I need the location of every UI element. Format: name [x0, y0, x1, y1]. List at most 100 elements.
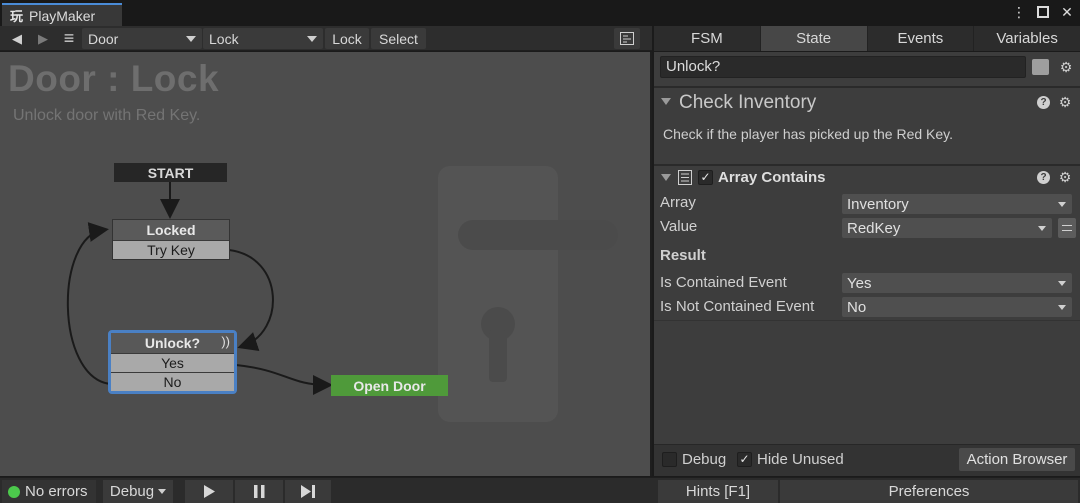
step-forward-icon [300, 485, 315, 498]
state-name-field[interactable]: Unlock? [660, 56, 1026, 78]
status-bar: No errors Debug Hints [F1] Preferences [0, 477, 1080, 503]
close-icon: ✕ [1061, 3, 1073, 20]
state-open-door-name: Open Door [331, 375, 448, 396]
debug-checkbox[interactable] [662, 452, 677, 467]
divider [654, 86, 1080, 88]
hamburger-menu-icon: ≡ [63, 28, 75, 48]
fold-arrow-icon[interactable] [661, 174, 671, 181]
chevron-down-icon [1058, 201, 1066, 207]
state-inspector: Unlock? ⚙ Check Inventory ? ⚙ Check if t… [654, 52, 1080, 476]
no-transition-line [66, 222, 111, 385]
pause-icon [253, 485, 264, 498]
start-label: START [114, 163, 227, 182]
state-node-unlock[interactable]: Unlock? )) Yes No [108, 330, 237, 394]
start-node[interactable]: START [114, 163, 227, 182]
errors-status[interactable]: No errors [2, 480, 96, 503]
chevron-down-icon [158, 489, 167, 494]
transition-lines [66, 182, 333, 395]
state-action-title: Check Inventory [679, 92, 817, 113]
tab-events[interactable]: Events [868, 26, 975, 51]
status-ok-icon [8, 485, 20, 498]
fsm-graph-canvas[interactable]: Door : Lock Unlock door with Red Key. ST… [0, 52, 652, 476]
fold-arrow-icon[interactable] [661, 98, 671, 105]
forward-button[interactable]: ▶ [30, 26, 56, 51]
action-script-icon [678, 170, 692, 185]
chevron-down-icon [1038, 225, 1046, 231]
action-title: Array Contains [718, 169, 826, 186]
more-options-icon[interactable]: ⋮ [1012, 4, 1026, 20]
debug-dropdown[interactable]: Debug [103, 480, 173, 503]
gameobject-dropdown[interactable]: Door [82, 28, 202, 49]
play-icon [204, 485, 215, 498]
chevron-down-icon [1058, 280, 1066, 286]
select-button[interactable]: Select [371, 28, 426, 49]
hide-unused-checkbox[interactable]: ✓ [737, 452, 752, 467]
yes-transition-line [235, 364, 333, 395]
state-action-description: Check if the player has picked up the Re… [663, 126, 954, 142]
tab-fsm[interactable]: FSM [654, 26, 761, 51]
array-label: Array [660, 194, 696, 211]
tab-variables[interactable]: Variables [974, 26, 1080, 51]
is-contained-event-value: Yes [847, 274, 872, 292]
action-settings-gear-icon[interactable]: ⚙ [1058, 170, 1072, 184]
preferences-button[interactable]: Preferences [780, 480, 1078, 503]
divider [654, 164, 1080, 166]
is-not-contained-event-dropdown[interactable]: No [842, 297, 1072, 317]
help-icon[interactable]: ? [1037, 171, 1050, 184]
section-settings-gear-icon[interactable]: ⚙ [1058, 95, 1072, 109]
is-not-contained-event-value: No [847, 298, 867, 316]
close-button[interactable]: ✕ [1060, 4, 1074, 20]
graph-view-button[interactable] [614, 28, 640, 49]
menu-button[interactable]: ≡ [56, 26, 82, 51]
fsm-dropdown[interactable]: Lock [203, 28, 323, 49]
is-contained-event-dropdown[interactable]: Yes [842, 273, 1072, 293]
transition-try-key[interactable]: Try Key [113, 240, 229, 259]
state-unlock-header: Unlock? )) [111, 333, 234, 353]
fsm-dropdown-value: Lock [209, 30, 239, 47]
state-color-swatch[interactable] [1032, 59, 1049, 75]
playmaker-logo-icon: 玩 [10, 10, 24, 25]
value-label: Value [660, 218, 698, 235]
maximize-icon [1037, 6, 1049, 18]
state-settings-gear-icon[interactable]: ⚙ [1059, 60, 1073, 74]
play-button[interactable] [185, 480, 233, 503]
tab-state[interactable]: State [760, 26, 868, 51]
variable-toggle-button[interactable] [1058, 218, 1076, 238]
value-dropdown-value: RedKey [847, 219, 901, 237]
chevron-down-icon [307, 35, 317, 42]
hints-button[interactable]: Hints [F1] [658, 480, 778, 503]
transition-no[interactable]: No [111, 372, 234, 391]
array-dropdown[interactable]: Inventory [842, 194, 1072, 214]
pause-button[interactable] [235, 480, 283, 503]
help-icon[interactable]: ? [1037, 96, 1050, 109]
array-dropdown-value: Inventory [847, 195, 909, 213]
hide-unused-label: Hide Unused [757, 451, 844, 468]
editor-tab-title: PlayMaker [29, 7, 96, 24]
divider [654, 320, 1080, 321]
back-button[interactable]: ◀ [4, 26, 30, 51]
maximize-button[interactable] [1036, 4, 1050, 20]
window-controls: ⋮ ✕ [1012, 4, 1074, 20]
chevron-down-icon [1058, 304, 1066, 310]
lock-button[interactable]: Lock [325, 28, 369, 49]
state-node-locked[interactable]: Locked Try Key [112, 219, 230, 260]
transition-yes[interactable]: Yes [111, 353, 234, 372]
state-node-open-door[interactable]: Open Door [331, 375, 448, 396]
forward-arrow-icon: ▶ [38, 30, 48, 46]
step-button[interactable] [285, 480, 331, 503]
value-dropdown[interactable]: RedKey [842, 218, 1052, 238]
errors-status-text: No errors [25, 483, 88, 500]
gameobject-dropdown-value: Door [88, 30, 119, 47]
result-header: Result [660, 247, 706, 264]
inspector-bottom-bar: Debug ✓ Hide Unused Action Browser [654, 444, 1080, 476]
action-enabled-checkbox[interactable]: ✓ [698, 170, 713, 185]
state-unlock-name: Unlock? [144, 335, 201, 351]
action-browser-button[interactable]: Action Browser [959, 448, 1075, 471]
graph-view-icon [620, 32, 634, 45]
variable-toggle-icon [1062, 225, 1072, 231]
editor-tab-playmaker[interactable]: 玩 PlayMaker [2, 3, 122, 26]
state-locked-name: Locked [113, 220, 229, 240]
is-contained-event-label: Is Contained Event [660, 274, 787, 291]
graph-toolbar: ◀ ▶ ≡ Door Lock Lock Select [0, 26, 652, 51]
inspector-tabs: FSM State Events Variables [654, 26, 1080, 51]
